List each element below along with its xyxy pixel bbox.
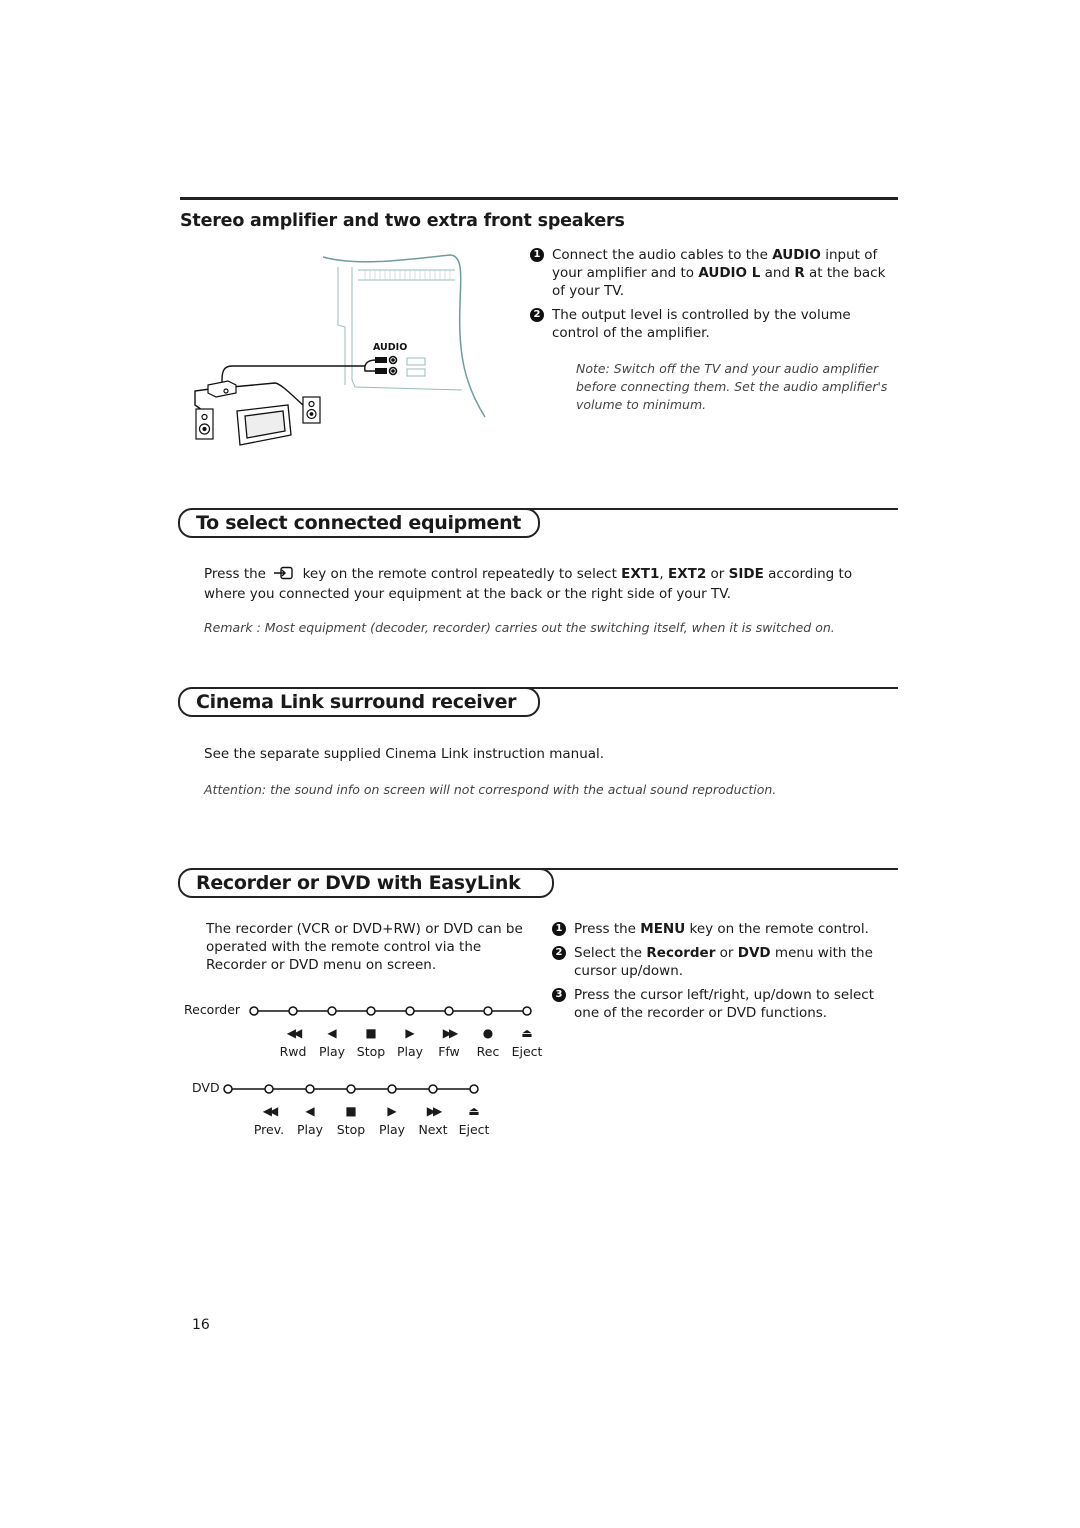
section-heading-easylink: Recorder or DVD with EasyLink bbox=[178, 868, 554, 898]
menu-node bbox=[305, 1084, 315, 1094]
step-number-badge: 2 bbox=[530, 308, 544, 322]
cinema-body: See the separate supplied Cinema Link in… bbox=[204, 746, 605, 762]
dvd-menu-diagram: DVD ◀◀ Prev. ◀ Play ■ Stop ▶ Play ▶▶ Next ⏏ Eject bbox=[180, 1078, 520, 1148]
menu-node-line bbox=[249, 1006, 532, 1016]
menu-node bbox=[366, 1006, 376, 1016]
menu-function-icon: ● bbox=[482, 1026, 494, 1040]
menu-function-icon: ▶▶ bbox=[442, 1026, 458, 1040]
left-speaker-icon bbox=[195, 408, 214, 440]
menu-node bbox=[288, 1006, 298, 1016]
audio-port-label: AUDIO bbox=[373, 342, 407, 353]
menu-node bbox=[405, 1006, 415, 1016]
stereo-step-2: 2 The output level is controlled by the … bbox=[530, 306, 900, 342]
stereo-connection-diagram: AUDIO bbox=[194, 254, 486, 446]
amplifier-icon bbox=[207, 380, 237, 398]
easylink-step-3: 3 Press the cursor left/right, up/down t… bbox=[552, 986, 892, 1022]
step-text: Connect the audio cables to the AUDIO in… bbox=[552, 247, 886, 299]
page-number: 16 bbox=[192, 1317, 210, 1333]
section-divider bbox=[520, 508, 898, 510]
easylink-step-2: 2 Select the Recorder or DVD menu with t… bbox=[552, 944, 892, 980]
menu-function-icon: ▶▶ bbox=[426, 1104, 442, 1118]
easylink-step-1: 1 Press the MENU key on the remote contr… bbox=[552, 920, 892, 938]
menu-function-icon: ■ bbox=[345, 1104, 357, 1118]
stereo-note: Note: Switch off the TV and your audio a… bbox=[576, 361, 888, 412]
menu-node bbox=[428, 1084, 438, 1094]
tv-back-panel bbox=[322, 254, 486, 418]
step-number-badge: 1 bbox=[552, 922, 566, 936]
cinema-attention: Attention: the sound info on screen will… bbox=[204, 782, 777, 797]
select-instructions: Press the key on the remote control repe… bbox=[204, 566, 853, 602]
menu-node bbox=[249, 1006, 259, 1016]
source-input-icon bbox=[274, 566, 294, 585]
menu-node bbox=[387, 1084, 397, 1094]
menu-function-icon: ◀ bbox=[305, 1104, 315, 1118]
step-number-badge: 3 bbox=[552, 988, 566, 1002]
right-speaker-icon bbox=[302, 396, 321, 424]
section-divider bbox=[180, 197, 898, 200]
menu-node bbox=[264, 1084, 274, 1094]
menu-node bbox=[444, 1006, 454, 1016]
menu-node bbox=[327, 1006, 337, 1016]
menu-node bbox=[223, 1084, 233, 1094]
menu-node bbox=[483, 1006, 493, 1016]
step-text: The output level is controlled by the vo… bbox=[552, 307, 851, 341]
step-number-badge: 2 bbox=[552, 946, 566, 960]
menu-function-icon: ⏏ bbox=[468, 1104, 480, 1118]
menu-node bbox=[522, 1006, 532, 1016]
section-divider bbox=[540, 868, 898, 870]
menu-function-icon: ▶ bbox=[387, 1104, 397, 1118]
step-text: Press the cursor left/right, up/down to … bbox=[574, 987, 874, 1021]
audio-jacks bbox=[388, 355, 398, 376]
recorder-menu-diagram: Recorder ◀◀ Rwd ◀ Play ■ Stop ▶ Play ▶▶ Ffw ● Rec ⏏ E… bbox=[180, 1000, 550, 1070]
section-heading-cinema: Cinema Link surround receiver bbox=[178, 687, 540, 717]
menu-function-icon: ◀◀ bbox=[262, 1104, 278, 1118]
menu-function-icon: ◀◀ bbox=[286, 1026, 302, 1040]
section-heading-stereo: Stereo amplifier and two extra front spe… bbox=[180, 211, 625, 231]
section-heading-select: To select connected equipment bbox=[178, 508, 540, 538]
easylink-intro: The recorder (VCR or DVD+RW) or DVD can … bbox=[206, 921, 523, 973]
menu-function-icon: ◀ bbox=[327, 1026, 337, 1040]
tv-icon bbox=[236, 404, 292, 446]
menu-function-label: Eject bbox=[458, 1122, 490, 1137]
menu-node bbox=[346, 1084, 356, 1094]
step-text: Select the Recorder or DVD menu with the… bbox=[574, 945, 873, 979]
step-number-badge: 1 bbox=[530, 248, 544, 262]
section-divider bbox=[520, 687, 898, 689]
menu-function-icon: ■ bbox=[365, 1026, 377, 1040]
step-text: Press the MENU key on the remote control… bbox=[574, 921, 869, 937]
menu-function-label: Eject bbox=[511, 1044, 543, 1059]
menu-function-icon: ▶ bbox=[405, 1026, 415, 1040]
select-remark: Remark : Most equipment (decoder, record… bbox=[204, 620, 835, 635]
menu-node-line bbox=[223, 1084, 479, 1094]
menu-node bbox=[469, 1084, 479, 1094]
menu-function-icon: ⏏ bbox=[521, 1026, 533, 1040]
stereo-step-1: 1 Connect the audio cables to the AUDIO … bbox=[530, 246, 900, 300]
